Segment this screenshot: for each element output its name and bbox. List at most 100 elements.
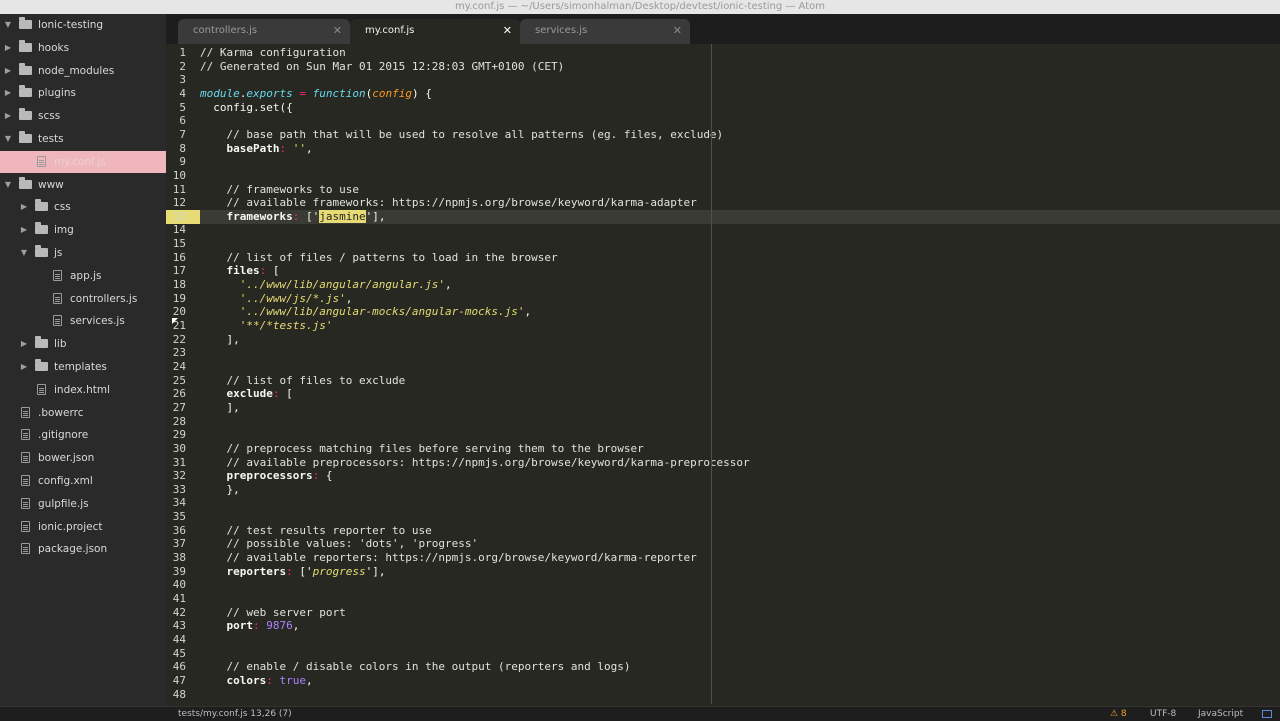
code-line[interactable]: 4 module.exports = function(config) { [166,87,1280,101]
tree-file[interactable]: .bowerrc [0,402,166,424]
code-line[interactable]: 17 files: [ [166,264,1280,278]
tree-file[interactable]: package.json [0,538,166,560]
code-line[interactable]: 46 // enable / disable colors in the out… [166,660,1280,674]
code-line[interactable]: 41 [166,592,1280,606]
code-line[interactable]: 38 // available reporters: https://npmjs… [166,551,1280,565]
code-line[interactable]: 21 '**/*tests.js' [166,319,1280,333]
code-line[interactable]: 37 // possible values: 'dots', 'progress… [166,537,1280,551]
code-line[interactable]: 47 colors: true, [166,674,1280,688]
code-editor[interactable]: 1 // Karma configuration 2 // Generated on … [166,44,1280,706]
tab-controllers-js[interactable]: controllers.js ✕ [178,19,350,44]
code-line[interactable]: 23 [166,346,1280,360]
grammar-selector[interactable]: JavaScript [1198,707,1243,721]
chevron-down-icon[interactable]: ▼ [3,174,13,196]
code-line[interactable]: 7 // base path that will be used to reso… [166,128,1280,142]
tree-folder[interactable]: ▼ Ionic-testing [0,14,166,36]
code-line[interactable]: 19 '../www/js/*.js', [166,292,1280,306]
chevron-right-icon[interactable]: ▶ [19,356,29,378]
code-line[interactable]: 25 // list of files to exclude [166,374,1280,388]
code-line[interactable]: 43 port: 9876, [166,619,1280,633]
code-line[interactable]: 1 // Karma configuration [166,46,1280,60]
tree-folder[interactable]: ▶ node_modules [0,60,166,82]
chevron-right-icon[interactable]: ▶ [19,333,29,355]
close-icon[interactable]: ✕ [673,20,682,42]
code-line[interactable]: 36 // test results reporter to use [166,524,1280,538]
code-line[interactable]: 40 [166,578,1280,592]
code-line[interactable]: 11 // frameworks to use [166,183,1280,197]
chevron-right-icon[interactable]: ▶ [3,105,13,127]
chevron-down-icon[interactable]: ▼ [3,14,13,36]
code-line[interactable]: 30 // preprocess matching files before s… [166,442,1280,456]
line-number: 28 [172,415,186,428]
tree-file[interactable]: my.conf.js [0,151,166,173]
code-line[interactable]: 5 config.set({ [166,101,1280,115]
encoding-indicator[interactable]: UTF-8 [1150,707,1176,721]
chevron-right-icon[interactable]: ▶ [3,60,13,82]
code-line[interactable]: 45 [166,647,1280,661]
close-icon[interactable]: ✕ [503,20,512,42]
tab-services-js[interactable]: services.js ✕ [520,19,690,44]
code-line[interactable]: 15 [166,237,1280,251]
tree-folder[interactable]: ▶ plugins [0,82,166,104]
tab-my-conf-js[interactable]: my.conf.js ✕ [350,19,520,44]
code-line[interactable]: 20 '../www/lib/angular-mocks/angular-moc… [166,305,1280,319]
code-line[interactable]: 48 [166,688,1280,702]
tree-folder[interactable]: ▶ lib [0,333,166,355]
code-line[interactable]: 39 reporters: ['progress'], [166,565,1280,579]
tree-folder[interactable]: ▶ css [0,196,166,218]
tree-file[interactable]: services.js [0,310,166,332]
tree-file[interactable]: ionic.project [0,516,166,538]
code-line[interactable]: 31 // available preprocessors: https://n… [166,456,1280,470]
tree-folder[interactable]: ▶ templates [0,356,166,378]
tree-file[interactable]: controllers.js [0,288,166,310]
code-line[interactable]: 12 // available frameworks: https://npmj… [166,196,1280,210]
code-line[interactable]: 28 [166,415,1280,429]
code-line[interactable]: 33 }, [166,483,1280,497]
code-line[interactable]: 35 [166,510,1280,524]
chevron-right-icon[interactable]: ▶ [19,219,29,241]
tree-file[interactable]: index.html [0,379,166,401]
code-line[interactable]: 13 frameworks: ['jasmine'], [166,210,1280,224]
code-line[interactable]: 10 [166,169,1280,183]
code-line[interactable]: 27 ], [166,401,1280,415]
tree-folder[interactable]: ▼ tests [0,128,166,150]
tree-file[interactable]: config.xml [0,470,166,492]
code-line[interactable]: 2 // Generated on Sun Mar 01 2015 12:28:0… [166,60,1280,74]
tree-file[interactable]: .gitignore [0,424,166,446]
terminal-icon[interactable] [1262,710,1272,718]
code-line[interactable]: 14 [166,223,1280,237]
code-line[interactable]: 32 preprocessors: { [166,469,1280,483]
code-line[interactable]: 3 [166,73,1280,87]
tree-folder[interactable]: ▼ www [0,174,166,196]
tree-view[interactable]: ▼ Ionic-testing ▶ hooks ▶ node_modules ▶ plugin… [0,14,167,706]
tree-folder[interactable]: ▶ scss [0,105,166,127]
code-line[interactable]: 22 ], [166,333,1280,347]
code-line[interactable]: 16 // list of files / patterns to load i… [166,251,1280,265]
tree-folder[interactable]: ▶ img [0,219,166,241]
chevron-right-icon[interactable]: ▶ [3,37,13,59]
code-line[interactable]: 6 [166,114,1280,128]
file-icon [21,429,30,440]
code-line[interactable]: 29 [166,428,1280,442]
code-line[interactable]: 18 '../www/lib/angular/angular.js', [166,278,1280,292]
tree-file[interactable]: app.js [0,265,166,287]
tree-folder[interactable]: ▶ hooks [0,37,166,59]
status-file-info[interactable]: tests/my.conf.js 13,26 (7) [178,707,292,721]
code-line[interactable]: 44 [166,633,1280,647]
tree-file[interactable]: bower.json [0,447,166,469]
code-line[interactable]: 8 basePath: '', [166,142,1280,156]
chevron-down-icon[interactable]: ▼ [19,242,29,264]
code-line[interactable]: 26 exclude: [ [166,387,1280,401]
code-line[interactable]: 42 // web server port [166,606,1280,620]
chevron-down-icon[interactable]: ▼ [3,128,13,150]
tree-folder[interactable]: ▼ js [0,242,166,264]
chevron-right-icon[interactable]: ▶ [19,196,29,218]
close-icon[interactable]: ✕ [333,20,342,42]
code-token: config.set({ [200,101,293,114]
chevron-right-icon[interactable]: ▶ [3,82,13,104]
warning-count[interactable]: ⚠ 8 [1110,707,1127,721]
code-line[interactable]: 9 [166,155,1280,169]
code-line[interactable]: 34 [166,496,1280,510]
code-line[interactable]: 24 [166,360,1280,374]
tree-file[interactable]: gulpfile.js [0,493,166,515]
